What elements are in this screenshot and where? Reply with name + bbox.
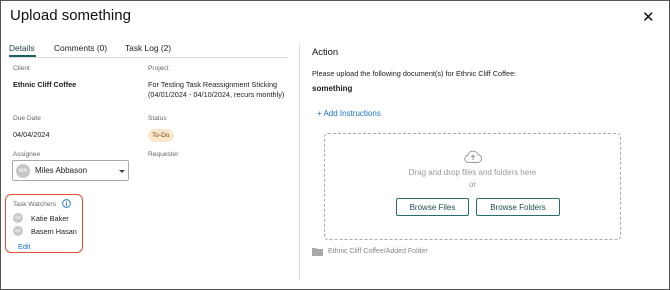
status-badge: To-Do <box>148 129 174 142</box>
tab-divider <box>9 57 288 58</box>
assignee-select[interactable]: MA Miles Abbason <box>12 160 129 181</box>
client-label: Client <box>13 65 30 72</box>
close-icon[interactable]: ✕ <box>642 8 655 26</box>
avatar: MA <box>16 164 30 178</box>
task-watchers-label: Task Watchers <box>13 201 56 208</box>
tab-details[interactable]: Details <box>9 43 35 53</box>
assignee-label: Assignee <box>13 151 41 158</box>
dialog-title: Upload something <box>10 7 131 24</box>
client-value: Ethnic Cliff Coffee <box>13 80 77 89</box>
project-label: Project <box>148 65 169 72</box>
browse-folders-button[interactable]: Browse Folders <box>476 198 560 216</box>
dropzone-or: or <box>468 180 477 189</box>
tab-comments[interactable]: Comments (0) <box>54 43 107 53</box>
avatar: KB <box>13 213 23 223</box>
upload-dialog: Upload something ✕ Details Comments (0) … <box>0 0 670 290</box>
watcher-name: Katie Baker <box>31 214 69 223</box>
action-title: Action <box>312 46 339 57</box>
project-value: For Testing Task Reassignment Sticking (… <box>148 80 285 99</box>
status-label: Status <box>148 115 167 122</box>
folder-path[interactable]: Ethnic Cliff Coffee/Added Folder <box>328 248 428 255</box>
avatar: BH <box>13 226 23 236</box>
assignee-name: Miles Abbason <box>35 166 88 175</box>
cloud-upload-icon <box>464 150 482 163</box>
file-dropzone[interactable]: Drag and drop files and folders here or <box>324 133 621 240</box>
edit-watchers-link[interactable]: Edit <box>18 242 31 251</box>
chevron-down-icon <box>119 170 125 173</box>
dropzone-text: Drag and drop files and folders here <box>408 168 537 177</box>
due-date-label: Due Date <box>13 115 41 122</box>
panel-divider <box>299 44 300 280</box>
folder-icon[interactable] <box>312 247 323 256</box>
tab-task-log[interactable]: Task Log (2) <box>125 43 171 53</box>
add-instructions-link[interactable]: + Add Instructions <box>317 109 381 118</box>
document-name: something <box>312 84 353 93</box>
active-tab-indicator <box>9 55 36 57</box>
watcher-name: Basem Hasan <box>31 227 77 236</box>
due-date-value: 04/04/2024 <box>13 130 50 139</box>
requester-label: Requester <box>148 151 179 158</box>
info-icon[interactable] <box>62 199 71 208</box>
upload-instructions: Please upload the following document(s) … <box>312 69 517 78</box>
browse-files-button[interactable]: Browse Files <box>396 198 469 216</box>
